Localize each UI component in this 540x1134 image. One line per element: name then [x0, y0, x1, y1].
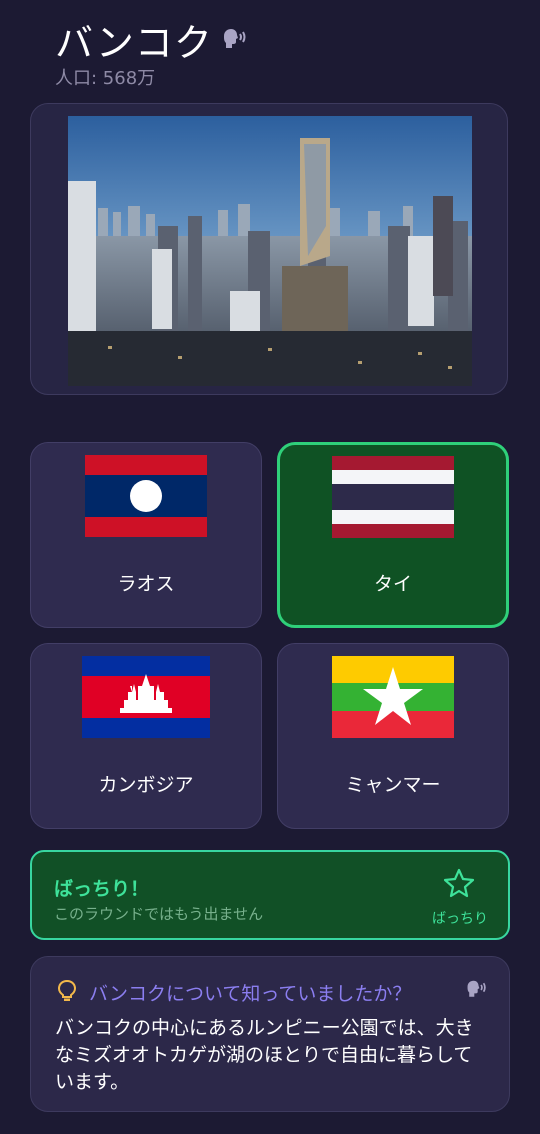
star-icon[interactable] [443, 868, 475, 902]
laos-flag-icon [85, 455, 207, 541]
option-label: タイ [373, 573, 412, 595]
option-label: ラオス [117, 573, 175, 595]
feedback-title: ばっちり！ [54, 878, 150, 900]
population-text: 人口: 568万 [55, 68, 156, 89]
speaker-icon[interactable] [465, 979, 487, 1005]
fun-fact-card: バンコクについて知っていましたか？ バンコクの中心にあるルンピニー公園では、大き… [30, 956, 510, 1112]
mastered-badge[interactable]: ばっちり [432, 908, 488, 928]
feedback-subtitle: このラウンドではもう出ません [54, 905, 264, 923]
answer-option-thailand[interactable]: タイ [277, 442, 509, 628]
city-skyline-photo [68, 116, 472, 386]
answer-option-laos[interactable]: ラオス [30, 442, 262, 628]
city-photo-card [30, 103, 508, 395]
answer-option-cambodia[interactable]: カンボジア [30, 643, 262, 829]
header: バンコク [55, 12, 247, 67]
lightbulb-icon [57, 979, 77, 1007]
answer-option-myanmar[interactable]: ミャンマー [277, 643, 509, 829]
fun-fact-title: バンコクについて知っていましたか？ [89, 983, 412, 1005]
thailand-flag-icon [332, 456, 454, 542]
result-feedback-banner: ばっちり！ このラウンドではもう出ません ばっちり [30, 850, 510, 940]
cambodia-flag-icon [82, 656, 210, 742]
option-label: カンボジア [98, 774, 194, 796]
myanmar-flag-icon [332, 656, 454, 742]
option-label: ミャンマー [345, 774, 441, 796]
city-title: バンコク [55, 21, 213, 65]
fun-fact-body: バンコクの中心にあるルンピニー公園では、大きなミズオオトカゲが湖のほとりで自由に… [55, 1017, 474, 1093]
speaker-icon[interactable] [221, 27, 247, 53]
